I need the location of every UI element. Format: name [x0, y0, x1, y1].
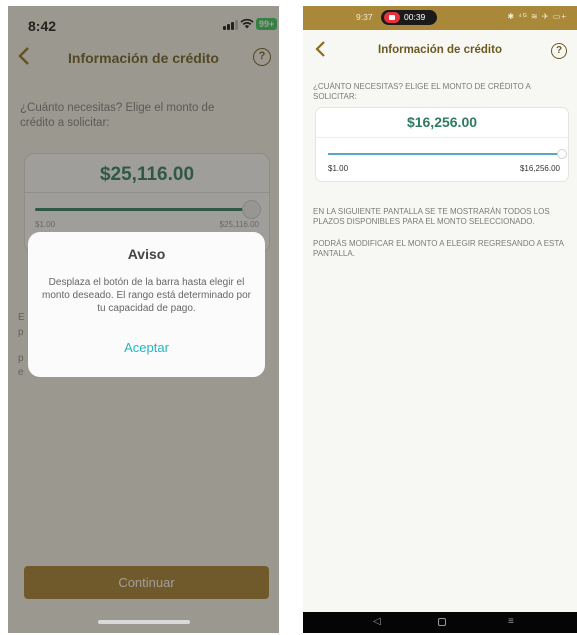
home-indicator[interactable] — [98, 620, 190, 624]
back-nav-button[interactable]: ◁ — [373, 616, 381, 627]
recents-nav-button[interactable]: ≡ — [508, 616, 514, 627]
amount-slider[interactable] — [328, 149, 567, 159]
record-icon — [384, 12, 400, 23]
left-phone-screen: 8:42 99+ Información de crédito ? ¿Cuánt… — [8, 6, 279, 633]
dialog-title: Aviso — [127, 246, 166, 262]
comparison-stage: 8:42 99+ Información de crédito ? ¿Cuánt… — [0, 0, 577, 635]
home-square-icon[interactable] — [438, 618, 446, 626]
slider-max-label: $16,256.00 — [519, 164, 560, 173]
recording-time: 00:39 — [404, 12, 426, 22]
modify-amount-info: PODRÁS MODIFICAR EL MONTO A ELEGIR REGRE… — [313, 239, 564, 258]
status-time: 9:37 — [356, 12, 373, 22]
right-phone-screen: 9:37 00:39 ✱ ⁴ᴳ ≋ ✈ ▭+ Información de cr… — [303, 6, 577, 633]
accept-button[interactable]: Aceptar — [28, 340, 265, 355]
page-title: Información de crédito — [378, 44, 502, 56]
status-icons: ✱ ⁴ᴳ ≋ ✈ ▭+ — [507, 12, 567, 21]
amount-question: ¿CUÁNTO NECESITAS? ELIGE EL MONTO DE CRÉ… — [313, 82, 531, 101]
divider — [316, 137, 568, 138]
notice-dialog: Aviso Desplaza el botón de la barra hast… — [28, 232, 265, 377]
dialog-message: Desplaza el botón de la barra hasta eleg… — [41, 277, 252, 314]
slider-thumb[interactable] — [557, 149, 567, 159]
next-screen-info: EN LA SIGUIENTE PANTALLA SE TE MOSTRARÁN… — [313, 207, 550, 226]
slider-min-label: $1.00 — [328, 164, 349, 173]
amount-card: $16,256.00 $1.00 $16,256.00 — [315, 107, 569, 182]
slider-fill — [328, 153, 562, 155]
selected-amount: $16,256.00 — [406, 114, 478, 130]
header-bar: Información de crédito ? — [303, 36, 577, 66]
status-bar: 9:37 00:39 ✱ ⁴ᴳ ≋ ✈ ▭+ — [303, 6, 577, 30]
help-icon[interactable]: ? — [551, 43, 567, 59]
screen-recording-indicator[interactable]: 00:39 — [381, 10, 437, 25]
android-nav-bar: ◁ ≡ — [303, 612, 577, 633]
